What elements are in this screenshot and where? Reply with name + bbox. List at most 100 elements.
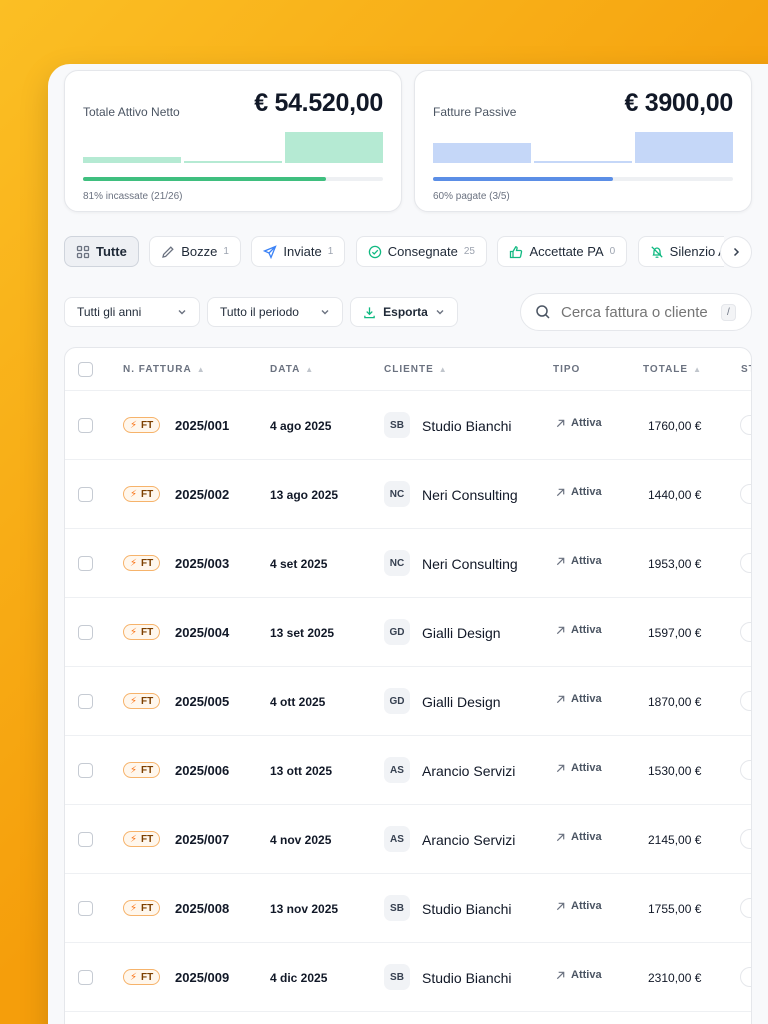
invoice-total: 2310,00 € — [648, 971, 702, 985]
invoice-number[interactable]: 2025/006 — [175, 763, 229, 778]
table-row[interactable]: ⚡ FT 2025/003 4 set 2025 NC Neri Consulting At… — [65, 529, 751, 598]
column-header-status[interactable]: ST — [741, 364, 751, 375]
badge-label: FT — [141, 626, 154, 638]
badge-label: FT — [141, 557, 154, 569]
bolt-icon: ⚡ — [130, 557, 138, 569]
filter-inviate[interactable]: Inviate 1 — [251, 236, 346, 267]
status-indicator — [740, 484, 751, 504]
invoice-total: 1870,00 € — [648, 695, 702, 709]
arrow-up-right-icon — [556, 902, 565, 910]
row-checkbox[interactable] — [78, 970, 93, 985]
invoice-date: 13 set 2025 — [270, 626, 335, 640]
select-all-checkbox[interactable] — [78, 362, 93, 377]
invoice-number[interactable]: 2025/009 — [175, 970, 229, 985]
mini-bar — [83, 157, 181, 163]
table-header: N. FATTURA ▲ DATA ▲ CLIENTE ▲ TIPO TOTALE ▲ … — [65, 348, 751, 391]
invoice-type-badge: ⚡ FT — [123, 900, 161, 916]
status-indicator — [740, 829, 751, 849]
direction-label: Attiva — [571, 486, 602, 498]
invoice-date: 4 set 2025 — [270, 557, 328, 571]
invoice-type-badge: ⚡ FT — [123, 762, 161, 778]
invoice-number[interactable]: 2025/005 — [175, 694, 229, 709]
table-row[interactable]: ⚡ FT 2025/007 4 nov 2025 AS Arancio Servizi At… — [65, 805, 751, 874]
year-select[interactable]: Tutti gli anni — [64, 297, 200, 327]
search-box[interactable]: / — [520, 293, 752, 331]
invoice-number[interactable]: 2025/007 — [175, 832, 229, 847]
card-amount: € 3900,00 — [624, 89, 733, 117]
client-name: Studio Bianchi — [422, 970, 512, 986]
bell-off-icon — [650, 245, 663, 258]
progress-fill — [83, 177, 326, 181]
invoice-type-badge: ⚡ FT — [123, 831, 161, 847]
progress-track — [83, 177, 383, 181]
badge-label: FT — [141, 488, 154, 500]
column-header-label: TIPO — [553, 364, 581, 375]
invoice-date: 4 dic 2025 — [270, 971, 328, 985]
invoice-direction: Attiva — [555, 486, 602, 498]
thumbs-up-icon — [510, 245, 523, 258]
row-checkbox[interactable] — [78, 901, 93, 916]
filter-label: Tutte — [96, 244, 127, 259]
invoice-number[interactable]: 2025/002 — [175, 487, 229, 502]
client-avatar: SB — [384, 895, 410, 921]
client-name: Arancio Servizi — [422, 763, 516, 779]
export-button[interactable]: Esporta — [350, 297, 458, 327]
column-header-label: N. FATTURA — [123, 364, 192, 375]
table-row[interactable]: ⚡ FT 2025/005 4 ott 2025 GD Gialli Design Atti… — [65, 667, 751, 736]
invoice-direction: Attiva — [555, 624, 602, 636]
row-checkbox[interactable] — [78, 418, 93, 433]
card-label: Fatture Passive — [433, 105, 517, 119]
client-name: Neri Consulting — [422, 487, 518, 503]
client-name: Studio Bianchi — [422, 418, 512, 434]
invoice-number[interactable]: 2025/003 — [175, 556, 229, 571]
column-header-client[interactable]: CLIENTE ▲ — [384, 364, 448, 375]
table-row[interactable]: ⚡ FT 2025/001 4 ago 2025 SB Studio Bianchi Att… — [65, 391, 751, 460]
badge-label: FT — [141, 971, 154, 983]
invoice-total: 1597,00 € — [648, 626, 702, 640]
row-checkbox[interactable] — [78, 763, 93, 778]
row-checkbox[interactable] — [78, 694, 93, 709]
status-indicator — [740, 622, 751, 642]
invoice-number[interactable]: 2025/004 — [175, 625, 229, 640]
pencil-icon — [162, 245, 174, 258]
client-name: Neri Consulting — [422, 556, 518, 572]
column-header-date[interactable]: DATA ▲ — [270, 364, 314, 375]
invoice-total: 1953,00 € — [648, 557, 702, 571]
table-row[interactable]: ⚡ FT 2025/008 13 nov 2025 SB Studio Bianchi At… — [65, 874, 751, 943]
table-row[interactable]: ⚡ FT 2025/006 13 ott 2025 AS Arancio Servizi A… — [65, 736, 751, 805]
filter-silenzio-assenso[interactable]: Silenzio Assenso — [637, 236, 724, 267]
invoice-type-badge: ⚡ FT — [123, 555, 161, 571]
row-checkbox[interactable] — [78, 556, 93, 571]
table-row[interactable]: ⚡ FT 2025/009 4 dic 2025 SB Studio Bianchi Att… — [65, 943, 751, 1012]
invoice-number[interactable]: 2025/001 — [175, 418, 229, 433]
client-avatar: NC — [384, 550, 410, 576]
column-header-type: TIPO — [553, 364, 580, 375]
filters-scroll-right-button[interactable] — [720, 236, 752, 268]
filter-consegnate[interactable]: Consegnate 25 — [355, 236, 487, 267]
column-header-number[interactable]: N. FATTURA ▲ — [123, 364, 206, 375]
column-header-label: CLIENTE — [384, 364, 434, 375]
client-name: Gialli Design — [422, 625, 501, 641]
row-checkbox[interactable] — [78, 832, 93, 847]
filter-count: 0 — [609, 246, 616, 257]
arrow-up-right-icon — [556, 833, 565, 841]
invoice-direction: Attiva — [555, 969, 602, 981]
row-checkbox[interactable] — [78, 625, 93, 640]
invoice-total: 1440,00 € — [648, 488, 702, 502]
column-header-total[interactable]: TOTALE ▲ — [643, 364, 702, 375]
period-select[interactable]: Tutto il periodo — [207, 297, 343, 327]
filter-tutte[interactable]: Tutte — [64, 236, 139, 267]
table-row[interactable]: ⚡ FT 2025/004 13 set 2025 GD Gialli Design Att… — [65, 598, 751, 667]
invoice-type-badge: ⚡ FT — [123, 486, 161, 502]
search-input[interactable] — [561, 303, 711, 321]
invoice-number[interactable]: 2025/008 — [175, 901, 229, 916]
filter-count: 25 — [463, 246, 475, 257]
direction-label: Attiva — [571, 900, 602, 912]
filter-bozze[interactable]: Bozze 1 — [149, 236, 241, 267]
grid-icon — [76, 245, 90, 258]
table-row[interactable]: ⚡ FT 2025/002 13 ago 2025 NC Neri Consulting A… — [65, 460, 751, 529]
mini-bar — [534, 161, 632, 163]
mini-bar-chart — [83, 131, 383, 163]
row-checkbox[interactable] — [78, 487, 93, 502]
filter-accettate-pa[interactable]: Accettate PA 0 — [497, 236, 628, 267]
